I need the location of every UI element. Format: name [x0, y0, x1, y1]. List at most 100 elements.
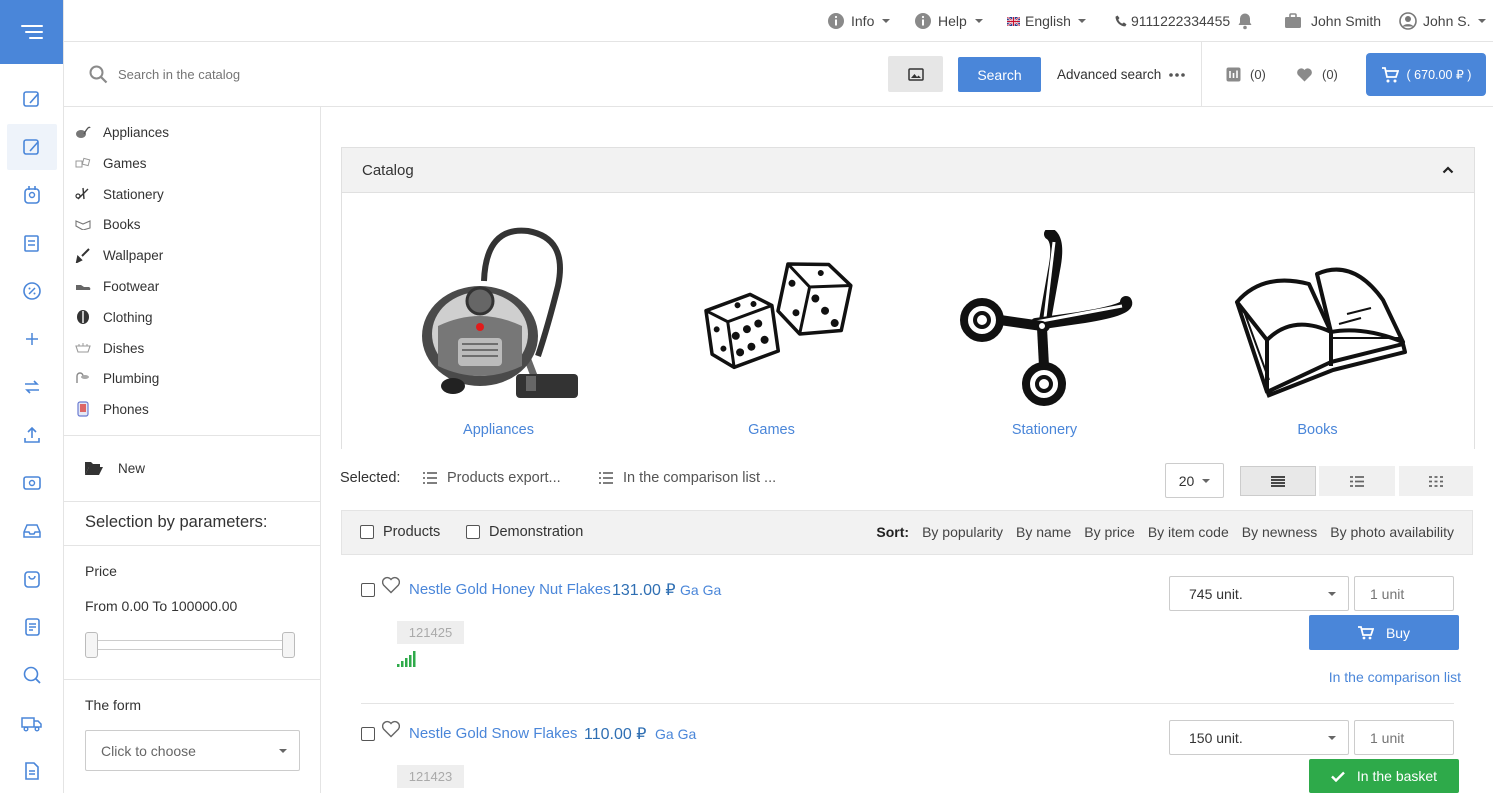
buy-button[interactable]: Buy [1309, 615, 1459, 650]
sidebar-item-books[interactable]: Books [74, 214, 141, 234]
chevron-down-icon [1202, 478, 1211, 483]
sort-by-photo[interactable]: By photo availability [1330, 524, 1454, 540]
chevron-up-icon[interactable] [1442, 166, 1454, 174]
add-to-comparison-link[interactable]: In the comparison list [1329, 669, 1461, 685]
product-name[interactable]: Nestle Gold Honey Nut Flakes [409, 581, 611, 598]
product-select-checkbox[interactable] [361, 583, 375, 597]
product-select-checkbox[interactable] [361, 727, 375, 741]
comparison-list-button[interactable]: In the comparison list ... [599, 470, 776, 486]
sidebar-item-stationery[interactable]: Stationery [74, 184, 164, 204]
compare-button[interactable]: (0) [1226, 57, 1266, 92]
stock-select[interactable]: 150 unit. [1169, 720, 1349, 755]
sidebar-item-phones[interactable]: Phones [74, 399, 149, 419]
price-slider-min-handle[interactable] [85, 632, 98, 658]
view-detailed-button[interactable] [1319, 466, 1395, 496]
sidebar-item-wallpaper[interactable]: Wallpaper [74, 245, 163, 265]
heart-outline-icon[interactable] [381, 720, 401, 738]
help-menu[interactable]: Help [914, 0, 983, 42]
image-search-button[interactable] [888, 56, 943, 92]
rail-file-icon[interactable] [7, 748, 57, 794]
heart-outline-icon[interactable] [381, 576, 401, 594]
form-select[interactable]: Click to choose [85, 730, 300, 771]
catalog-header[interactable]: Catalog [342, 148, 1474, 193]
rail-payment-icon[interactable] [7, 460, 57, 506]
price-slider-max-handle[interactable] [282, 632, 295, 658]
sort-by-name[interactable]: By name [1016, 524, 1071, 540]
page-size-select[interactable]: 20 [1165, 463, 1224, 498]
sidebar-item-footwear[interactable]: Footwear [74, 276, 159, 296]
product-brand[interactable]: Ga Ga [655, 726, 696, 742]
checkbox[interactable] [466, 525, 480, 539]
view-list-button[interactable] [1240, 466, 1316, 496]
rail-catalog-active-icon[interactable] [7, 124, 57, 170]
compare-count: (0) [1250, 67, 1266, 82]
price-slider-track [91, 640, 291, 650]
cart-button[interactable]: ( 670.00 ₽ ) [1366, 53, 1486, 96]
catalog-tile-appliances[interactable]: Appliances [362, 218, 635, 448]
search-button[interactable]: Search [958, 57, 1041, 92]
demonstration-checkbox-label: Demonstration [489, 524, 584, 540]
sidebar-item-new[interactable]: New [84, 457, 145, 479]
notifications-button[interactable] [1237, 0, 1253, 42]
checkbox[interactable] [360, 525, 374, 539]
rail-chat-search-icon[interactable] [7, 652, 57, 698]
sort-by-newness[interactable]: By newness [1242, 524, 1317, 540]
rail-delivery-icon[interactable] [7, 700, 57, 746]
catalog-tile-games[interactable]: Games [635, 218, 908, 448]
image-icon [907, 67, 924, 81]
rail-discount-icon[interactable] [7, 268, 57, 314]
sort-by-popularity[interactable]: By popularity [922, 524, 1003, 540]
quantity-input[interactable] [1354, 576, 1454, 611]
info-menu[interactable]: Info [827, 0, 891, 42]
products-checkbox[interactable]: Products [360, 524, 440, 540]
catalog-tile-stationery[interactable]: Stationery [908, 218, 1181, 448]
search-input[interactable] [118, 60, 718, 88]
rail-badge-icon[interactable] [7, 172, 57, 218]
sort-by-price[interactable]: By price [1084, 524, 1135, 540]
vacuum-icon [74, 124, 92, 140]
menu-button[interactable] [0, 0, 63, 64]
sidebar-item-clothing[interactable]: Clothing [74, 307, 153, 327]
quantity-input[interactable] [1354, 720, 1454, 755]
advanced-search-label: Advanced search [1057, 67, 1162, 82]
rail-catalog-icon[interactable] [7, 76, 57, 122]
clothing-icon [74, 309, 92, 325]
phone-label: 9111222334455 [1131, 13, 1231, 29]
product-brand[interactable]: Ga Ga [680, 582, 721, 598]
rail-add-icon[interactable] [7, 316, 57, 362]
dice-icon [74, 155, 92, 171]
phone-number[interactable]: 9111222334455 [1115, 0, 1230, 42]
demonstration-checkbox[interactable]: Demonstration [466, 524, 583, 540]
rail-inbox-icon[interactable] [7, 508, 57, 554]
list-icon [599, 472, 613, 484]
price-slider[interactable] [85, 632, 297, 658]
user-avatar-icon [1399, 12, 1417, 30]
products-export-button[interactable]: Products export... [423, 470, 561, 486]
sidebar-item-dishes[interactable]: Dishes [74, 338, 144, 358]
product-name[interactable]: Nestle Gold Snow Flakes [409, 725, 577, 742]
rail-documents-icon[interactable] [7, 604, 57, 650]
products-export-label: Products export... [447, 470, 561, 486]
rail-bag-icon[interactable] [7, 556, 57, 602]
scissors-image [960, 230, 1133, 406]
rail-exchange-icon[interactable] [7, 364, 57, 410]
advanced-search-link[interactable]: Advanced search [1057, 57, 1186, 92]
sidebar-item-games[interactable]: Games [74, 153, 147, 173]
sidebar-item-label: Books [103, 216, 141, 232]
language-menu[interactable]: English [1007, 0, 1086, 42]
sidebar-item-appliances[interactable]: Appliances [74, 122, 169, 142]
chevron-down-icon [1328, 735, 1336, 740]
sidebar-item-plumbing[interactable]: Plumbing [74, 368, 159, 388]
in-basket-button[interactable]: In the basket [1309, 759, 1459, 793]
rail-upload-icon[interactable] [7, 412, 57, 458]
catalog-tile-books[interactable]: Books [1181, 218, 1454, 448]
user-menu[interactable]: John S. [1399, 0, 1487, 42]
favorites-button[interactable]: (0) [1296, 57, 1338, 92]
sort-by-item-code[interactable]: By item code [1148, 524, 1229, 540]
rail-orders-icon[interactable] [7, 220, 57, 266]
view-grid-button[interactable] [1399, 466, 1473, 496]
stock-select[interactable]: 745 unit. [1169, 576, 1349, 611]
company-menu[interactable]: John Smith [1284, 0, 1381, 42]
more-dots-icon [1169, 72, 1186, 77]
view-grid-icon [1429, 475, 1443, 487]
